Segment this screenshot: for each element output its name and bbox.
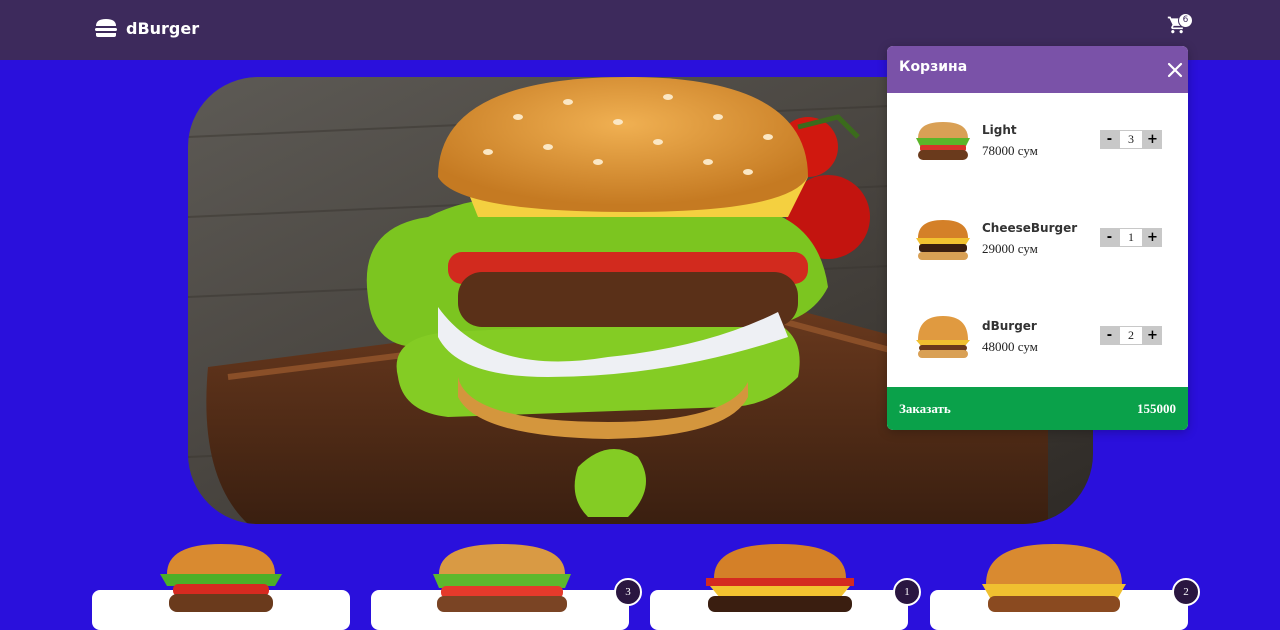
product-image-burger: [706, 544, 854, 612]
decrease-button[interactable]: -: [1100, 326, 1119, 345]
item-price: 78000 сум: [982, 143, 1038, 158]
product-image-burger: [433, 544, 571, 612]
product-image-burger: [982, 544, 1126, 612]
item-name: CheeseBurger: [982, 221, 1078, 235]
quantity-stepper: - 3 +: [1100, 130, 1162, 149]
cart-count-badge: 6: [1178, 13, 1193, 28]
product-count-badge: 3: [614, 578, 642, 606]
brand-logo[interactable]: dBurger: [94, 18, 199, 38]
decrease-button[interactable]: -: [1100, 130, 1119, 149]
product-count-badge: 2: [1172, 578, 1200, 606]
brand-name: dBurger: [126, 18, 200, 38]
cart-item: Light 78000 сум - 3 +: [887, 118, 1188, 178]
close-icon: [1167, 62, 1183, 78]
increase-button[interactable]: +: [1143, 326, 1162, 345]
item-price: 29000 сум: [982, 241, 1038, 256]
cart-total: 155000: [1137, 401, 1176, 416]
order-button[interactable]: Заказать: [899, 401, 951, 417]
item-name: dBurger: [982, 319, 1037, 333]
cart-item: CheeseBurger 29000 сум - 1 +: [887, 216, 1188, 276]
order-bar: Заказать 155000: [887, 387, 1188, 430]
item-name: Light: [982, 123, 1017, 137]
product-count-badge: 1: [893, 578, 921, 606]
increase-button[interactable]: +: [1143, 228, 1162, 247]
decrease-button[interactable]: -: [1100, 228, 1119, 247]
item-image-cheeseburger: [916, 220, 970, 260]
quantity-value: 1: [1119, 228, 1143, 247]
burger-icon: [95, 19, 117, 37]
close-cart-button[interactable]: [1167, 62, 1183, 78]
quantity-stepper: - 1 +: [1100, 228, 1162, 247]
quantity-stepper: - 2 +: [1100, 326, 1162, 345]
cart-header: Корзина: [887, 46, 1188, 93]
cart-title: Корзина: [899, 59, 968, 75]
cart-panel: Корзина Light 78000 сум - 3 + CheeseBurg…: [887, 46, 1188, 430]
item-price: 48000 сум: [982, 339, 1038, 354]
quantity-value: 3: [1119, 130, 1143, 149]
cart-item: dBurger 48000 сум - 2 +: [887, 314, 1188, 374]
item-image-dburger: [916, 316, 970, 358]
product-image-burger: [160, 544, 282, 612]
increase-button[interactable]: +: [1143, 130, 1162, 149]
item-image-light: [916, 122, 970, 160]
quantity-value: 2: [1119, 326, 1143, 345]
